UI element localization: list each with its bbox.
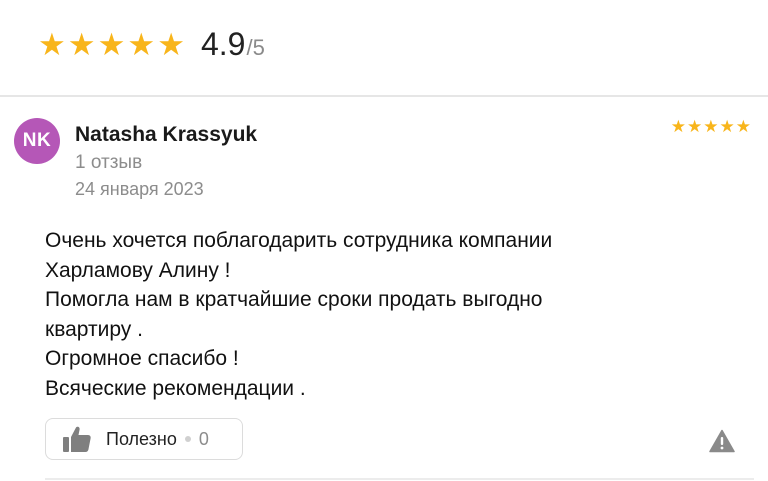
star-icon: ★ (38, 26, 66, 62)
thumbs-up-icon (62, 425, 92, 453)
review-text-line: Всяческие рекомендации . (45, 376, 306, 400)
review-date: 24 января 2023 (75, 179, 204, 199)
review-text-line: квартиру . (45, 317, 143, 341)
helpful-label: Полезно (106, 428, 177, 449)
rating-score: 4.9 /5 (201, 26, 265, 63)
star-icon: ★ (67, 26, 96, 62)
review-text: Очень хочется поблагодарить сотрудника к… (45, 226, 745, 403)
warning-triangle-icon[interactable] (709, 429, 735, 453)
star-icon: ★ (127, 26, 156, 62)
review-text-line: Огромное спасибо ! (45, 347, 239, 370)
star-icon: ★ (97, 26, 126, 62)
rating-stars: ★ ★ ★ ★ ★ (38, 29, 185, 60)
divider (45, 478, 754, 480)
author-name[interactable]: Natasha Krassyuk (75, 123, 257, 147)
separator-dot (184, 436, 191, 442)
score-max: /5 (246, 34, 265, 60)
review-text-line: Помогла нам в кратчайшие сроки продать в… (45, 288, 543, 311)
helpful-count: 0 (198, 428, 209, 449)
review-text-line: Очень хочется поблагодарить сотрудника к… (45, 229, 553, 252)
divider (0, 95, 768, 97)
star-icon: ★ (735, 117, 751, 136)
helpful-button[interactable]: Полезно 0 (45, 418, 243, 460)
avatar[interactable]: NK (14, 118, 60, 164)
review-text-line: Харламову Алину ! (45, 258, 231, 282)
star-icon: ★ (670, 117, 686, 136)
star-icon: ★ (719, 117, 735, 136)
author-review-count: 1 отзыв (75, 152, 143, 173)
star-icon: ★ (687, 117, 703, 136)
star-icon: ★ (157, 26, 185, 62)
score-value: 4.9 (200, 25, 246, 62)
star-icon: ★ (703, 117, 719, 136)
rating-summary: ★ ★ ★ ★ ★ 4.9 /5 (38, 24, 265, 64)
review-rating-stars: ★ ★ ★ ★ ★ (671, 118, 751, 135)
